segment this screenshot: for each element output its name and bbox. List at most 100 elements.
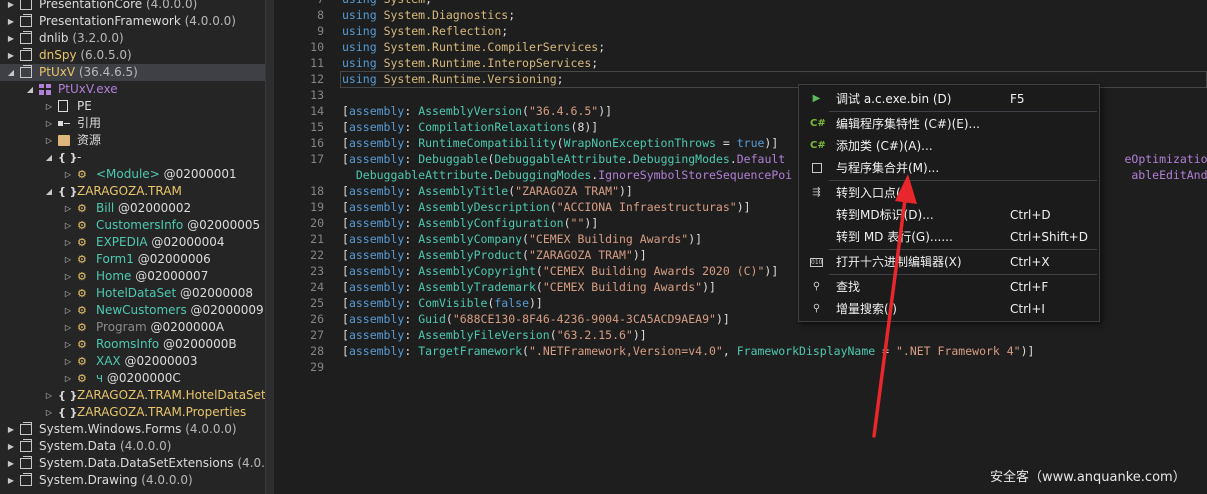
expand-icon[interactable]: ▶ [6,0,16,13]
expand-icon[interactable]: ▷ [44,132,54,149]
expand-icon[interactable]: ▶ [6,47,16,64]
class-icon: ⚙ [77,270,87,283]
expand-icon[interactable]: ▷ [44,387,54,404]
expand-icon[interactable]: ▷ [63,166,73,183]
tree-item[interactable]: ▷ ⚙ <Module> @02000001 [0,166,265,183]
tree-item-version: (4.0.0.0) [181,422,237,436]
menu-item-shortcut: Ctrl+I [1010,302,1045,316]
tree-item[interactable]: ▶ System.Data (4.0.0.0) [0,438,265,455]
expand-icon[interactable]: ▷ [63,200,73,217]
tree-item[interactable]: ◢ PtUxV (36.4.6.5) [0,64,265,81]
tree-item[interactable]: ◢ { } ZARAGOZA.TRAM [0,183,265,200]
tree-item[interactable]: ▶ PresentationFramework (4.0.0.0) [0,13,265,30]
menu-item[interactable]: 转到 MD 表行(G)...... Ctrl+Shift+D [800,226,1098,248]
tree-item-version: @02000008 [176,286,254,300]
expand-icon[interactable]: ▶ [6,30,16,47]
tree-item[interactable]: ▶ PresentationCore (4.0.0.0) [0,0,265,13]
tree-item[interactable]: ▷ ⚙ EXPEDIA @02000004 [0,234,265,251]
tree-item[interactable]: ▷ ⚙ XAX @02000003 [0,353,265,370]
line-number: 25 [310,296,324,310]
expand-icon[interactable]: ▷ [63,370,73,387]
code-token: DebuggableAttribute [355,168,488,182]
menu-item[interactable]: ⚲ 增量搜索(I) Ctrl+I [800,298,1098,320]
namespace-icon: { } [58,185,78,198]
tree-item[interactable]: ▷ ⚙ HotelDataSet @02000008 [0,285,265,302]
tree-item[interactable]: ▶ System.Windows.Forms (4.0.0.0) [0,421,265,438]
expand-icon[interactable]: ▷ [44,115,54,132]
entrypoint-icon: ⇶ [812,187,821,198]
panel-splitter[interactable] [265,0,274,494]
collapse-icon[interactable]: ◢ [44,183,54,200]
tree-item[interactable]: ▷ ⚙ Home @02000007 [0,268,265,285]
expand-icon[interactable]: ▶ [6,472,16,489]
assembly-icon [20,31,32,44]
tree-item[interactable]: ▷ ⚙ NewCustomers @02000009 [0,302,265,319]
expand-icon[interactable]: ▷ [63,319,73,336]
tree-item[interactable]: ▶ dnlib (3.2.0.0) [0,30,265,47]
expand-icon[interactable]: ▶ [6,438,16,455]
expand-icon[interactable]: ▷ [63,217,73,234]
code-line: [assembly: AssemblyTrademark("CEMEX Buil… [342,279,716,295]
expand-icon[interactable]: ▷ [63,234,73,251]
tree-item[interactable]: ▷ PE [0,98,265,115]
tree-item[interactable]: ▷ ⚙ CustomersInfo @02000005 [0,217,265,234]
tree-item[interactable]: ▷ ⚙ Form1 @02000006 [0,251,265,268]
expand-icon[interactable]: ▶ [6,421,16,438]
tree-item[interactable]: ▷ ⚙ Program @0200000A [0,319,265,336]
collapse-icon[interactable]: ◢ [44,149,54,166]
tree-item-version: (36.4.6.5) [75,65,138,79]
menu-item-label: 编辑程序集特性 (C#)(E)... [836,117,981,131]
menu-item[interactable]: 转到MD标识(D)... Ctrl+D [800,204,1098,226]
code-token: "36.4.6.5" [528,104,599,118]
tree-item[interactable]: ▶ dnSpy (6.0.5.0) [0,47,265,64]
expand-icon[interactable]: ▷ [44,404,54,421]
expand-icon[interactable]: ▷ [44,98,54,115]
expand-icon[interactable]: ▷ [63,285,73,302]
tree-item[interactable]: ▷ ⚙ Bill @02000002 [0,200,265,217]
expand-icon[interactable]: ▶ [6,13,16,30]
code-token: System.Runtime.Versioning [383,72,557,86]
collapse-icon[interactable]: ◢ [6,64,16,81]
tree-item[interactable]: ▷ 资源 [0,132,265,149]
expand-icon[interactable]: ▷ [63,251,73,268]
tree-item-version: (4.0.0.0) [237,456,265,470]
expand-icon[interactable]: ▷ [63,336,73,353]
tree-item[interactable]: ▶ System.Drawing (4.0.0.0) [0,472,265,489]
code-token: false [494,296,529,310]
tree-item[interactable]: ◢ { } - [0,149,265,166]
expand-icon[interactable]: ▷ [63,302,73,319]
line-number: 22 [310,248,324,262]
line-number: 23 [310,264,324,278]
menu-item[interactable]: 010 打开十六进制编辑器(X) Ctrl+X [800,251,1098,273]
expand-icon[interactable]: ▷ [63,268,73,285]
tree-item[interactable]: ▶ System.Data.DataSetExtensions (4.0.0.0) [0,455,265,472]
class-icon: ⚙ [77,253,87,266]
menu-item[interactable]: C# 添加类 (C#)(A)... [800,135,1098,157]
expand-icon[interactable]: ▷ [63,353,73,370]
collapse-icon[interactable]: ◢ [25,81,35,98]
code-token: ableEditAndConti [1131,168,1207,182]
tree-item[interactable]: ▷ ⚙ RoomsInfo @0200000B [0,336,265,353]
tree-item[interactable]: ▷ { } ZARAGOZA.TRAM.Properties [0,404,265,421]
search-icon: ⚲ [812,303,821,314]
expand-icon[interactable]: ▶ [6,455,16,472]
code-token: . [729,152,737,166]
menu-item[interactable]: ⚲ 查找 Ctrl+F [800,276,1098,298]
csharp-icon: C# [810,140,826,151]
tree-item[interactable]: ◢ PtUxV.exe [0,81,265,98]
tree-item-label: EXPEDIA [96,235,148,249]
menu-item[interactable]: ▶ 调试 a.c.exe.bin (D) F5 [800,88,1098,110]
menu-item[interactable]: 与程序集合并(M)... [800,157,1098,179]
tree-item[interactable]: ▷ { } ZARAGOZA.TRAM.HotelDataSet [0,387,265,404]
menu-item[interactable]: ⇶ 转到入口点(E) [800,182,1098,204]
code-token: assembly [348,184,405,198]
tree-item[interactable]: ▷ ⚙ ч @0200000C [0,370,265,387]
code-token: assembly [348,120,405,134]
code-token: : [404,328,419,342]
menu-item[interactable]: C# 编辑程序集特性 (C#)(E)... [800,113,1098,135]
code-token: assembly [348,152,405,166]
merge-icon [812,163,822,173]
tree-item-label: PE [77,99,92,113]
tree-item[interactable]: ▷ 引用 [0,115,265,132]
